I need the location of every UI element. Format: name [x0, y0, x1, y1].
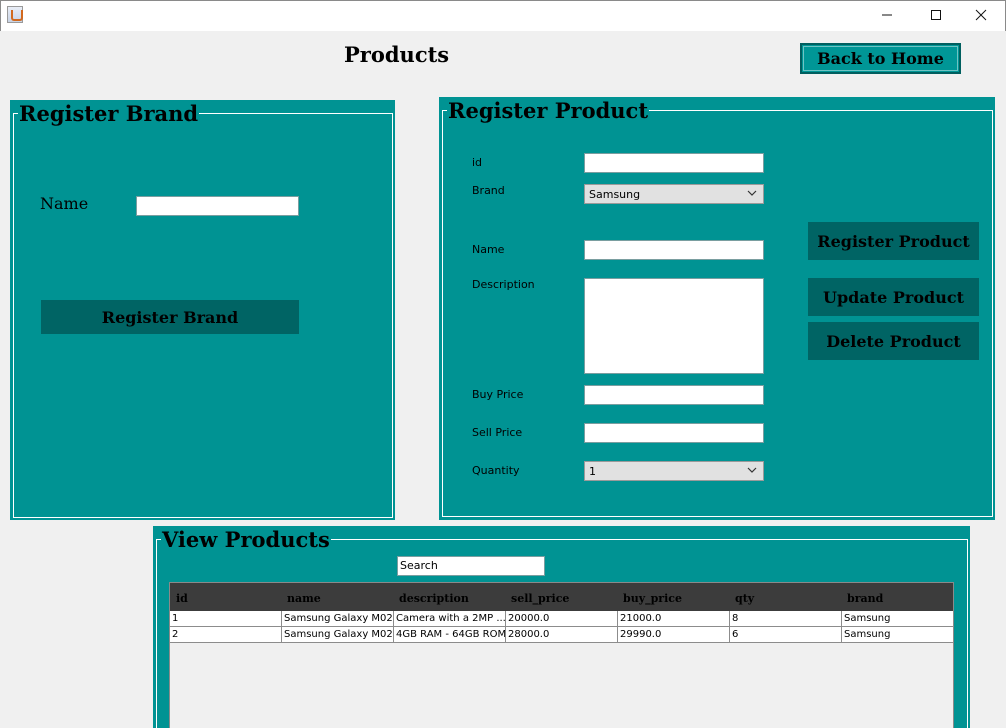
register-product-panel: Register Product id Brand Samsung Name D… [439, 97, 995, 520]
java-app-icon [7, 6, 23, 23]
description-label: Description [472, 278, 535, 291]
column-header-buy-price[interactable]: buy_price [623, 592, 682, 605]
column-header-description[interactable]: description [399, 592, 469, 605]
maximize-icon [931, 10, 941, 20]
cell-buy-price: 21000.0 [618, 611, 730, 626]
cell-qty: 8 [730, 611, 842, 626]
page-title: Products [344, 42, 450, 67]
view-products-legend: View Products [161, 527, 331, 552]
chevron-down-icon [747, 465, 757, 478]
register-product-legend: Register Product [447, 98, 650, 123]
column-header-qty[interactable]: qty [735, 592, 754, 605]
cell-description: Camera with a 2MP ... [396, 611, 506, 626]
delete-product-button[interactable]: Delete Product [808, 322, 979, 360]
cell-id: 1 [170, 611, 282, 626]
minimize-icon [882, 14, 892, 16]
cell-id: 2 [170, 627, 282, 642]
quantity-select[interactable]: 1 [584, 461, 764, 481]
maximize-button[interactable] [913, 0, 959, 30]
close-icon [975, 9, 987, 21]
register-brand-button[interactable]: Register Brand [41, 300, 299, 334]
search-input[interactable]: Search [397, 556, 545, 576]
table-header: id name description sell_price buy_price… [170, 583, 953, 611]
brand-name-label: Name [40, 194, 89, 213]
buy-price-label: Buy Price [472, 388, 524, 401]
cell-sell-price: 20000.0 [506, 611, 618, 626]
sell-price-label: Sell Price [472, 426, 523, 439]
close-button[interactable] [958, 0, 1004, 30]
description-textarea[interactable] [584, 278, 764, 374]
cell-buy-price: 29990.0 [618, 627, 730, 642]
window-titlebar [0, 0, 1006, 31]
id-label: id [472, 156, 483, 169]
cell-description: 4GB RAM - 64GB ROM [396, 627, 506, 642]
register-brand-legend: Register Brand [18, 101, 200, 126]
buy-price-input[interactable] [584, 385, 764, 405]
update-product-button[interactable]: Update Product [808, 278, 979, 316]
cell-brand: Samsung [844, 613, 891, 624]
cell-brand: Samsung [844, 629, 891, 640]
column-header-name[interactable]: name [287, 592, 321, 605]
register-product-button[interactable]: Register Product [808, 222, 979, 260]
brand-name-input[interactable] [136, 196, 299, 216]
back-to-home-button[interactable]: Back to Home [800, 43, 961, 74]
table-row[interactable]: 1 Samsung Galaxy M02 Camera with a 2MP .… [170, 611, 953, 627]
column-header-id[interactable]: id [176, 592, 188, 605]
product-name-input[interactable] [584, 240, 764, 260]
products-table[interactable]: id name description sell_price buy_price… [169, 582, 954, 728]
sell-price-input[interactable] [584, 423, 764, 443]
chevron-down-icon [747, 188, 757, 201]
table-row[interactable]: 2 Samsung Galaxy M02s 4GB RAM - 64GB ROM… [170, 627, 953, 643]
column-header-sell-price[interactable]: sell_price [511, 592, 569, 605]
cell-sell-price: 28000.0 [506, 627, 618, 642]
quantity-select-value: 1 [589, 464, 596, 478]
id-input[interactable] [584, 153, 764, 173]
quantity-label: Quantity [472, 464, 520, 477]
brand-select[interactable]: Samsung [584, 184, 764, 204]
brand-select-value: Samsung [589, 187, 641, 201]
brand-label: Brand [472, 184, 505, 197]
minimize-button[interactable] [864, 0, 910, 30]
cell-name: Samsung Galaxy M02 [284, 611, 394, 626]
cell-qty: 6 [730, 627, 842, 642]
cell-name: Samsung Galaxy M02s [284, 627, 394, 642]
name-label: Name [472, 243, 505, 256]
column-header-brand[interactable]: brand [847, 592, 883, 605]
register-brand-panel: Register Brand Name Register Brand [10, 100, 395, 520]
